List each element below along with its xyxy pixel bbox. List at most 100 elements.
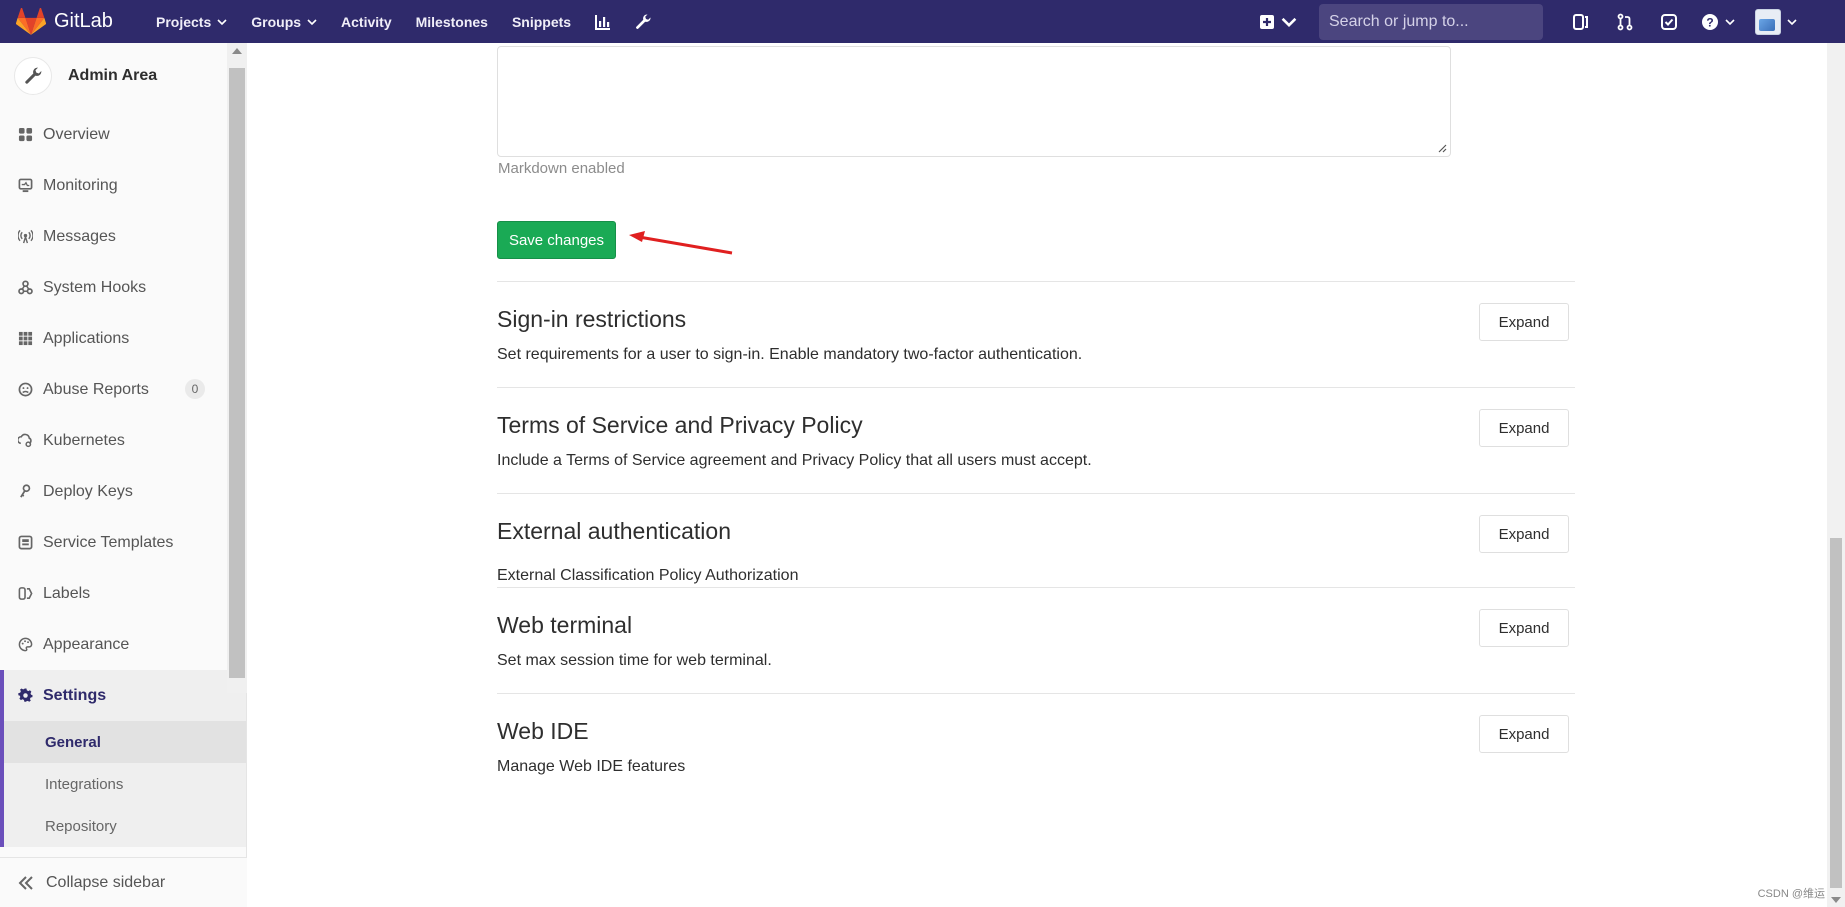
sidebar-subitem-integrations[interactable]: Integrations <box>4 763 246 805</box>
save-changes-button[interactable]: Save changes <box>497 221 616 259</box>
sidebar-item-label: Abuse Reports <box>43 380 149 398</box>
settings-submenu: General Integrations Repository <box>0 721 246 847</box>
todos-link[interactable] <box>1647 0 1691 43</box>
nav-projects[interactable]: Projects <box>144 0 239 43</box>
issues-icon <box>1573 13 1588 30</box>
sidebar-item-applications[interactable]: Applications <box>0 313 246 364</box>
sidebar-item-settings[interactable]: Settings <box>0 670 246 721</box>
sidebar-item-system-hooks[interactable]: System Hooks <box>0 262 246 313</box>
merge-request-icon <box>1617 13 1633 30</box>
sidebar-item-labels[interactable]: Labels <box>0 568 246 619</box>
chevron-down-icon <box>307 18 317 25</box>
merge-requests-link[interactable] <box>1603 0 1647 43</box>
applications-icon <box>18 331 33 346</box>
scroll-up-arrow-icon[interactable] <box>232 48 242 54</box>
sidebar-item-kubernetes[interactable]: Kubernetes <box>0 415 246 466</box>
broadcast-icon <box>18 229 33 244</box>
avatar <box>1755 8 1781 35</box>
sidebar-item-monitoring[interactable]: Monitoring <box>0 160 246 211</box>
chevron-down-icon <box>1787 18 1797 25</box>
sidebar-nav: Overview Monitoring Messages System Hook… <box>0 109 246 721</box>
kubernetes-icon <box>18 433 32 448</box>
sidebar-item-label: Labels <box>43 584 91 602</box>
sidebar-item-label: Overview <box>43 125 110 143</box>
sidebar-item-label: Applications <box>43 329 130 347</box>
double-chevron-left-icon <box>18 875 33 890</box>
page-scrollbar-thumb[interactable] <box>1830 538 1842 888</box>
scroll-down-arrow-icon[interactable] <box>1831 897 1841 903</box>
gitlab-logo-icon <box>16 7 46 35</box>
chevron-down-icon <box>1281 17 1297 27</box>
sidebar-subitem-general[interactable]: General <box>4 721 246 763</box>
admin-avatar <box>14 57 52 95</box>
sidebar-item-label: Monitoring <box>43 176 118 194</box>
search-input[interactable] <box>1329 12 1536 31</box>
sidebar-item-label: Appearance <box>43 635 130 653</box>
top-navbar: GitLab Projects Groups Activity Mileston… <box>0 0 1845 43</box>
todo-icon <box>1661 13 1677 30</box>
gitlab-home-link[interactable]: GitLab <box>0 0 138 43</box>
section-external-authentication: External authentication External Classif… <box>497 493 1575 587</box>
annotation-arrow-icon <box>629 231 733 255</box>
expand-button[interactable]: Expand <box>1479 715 1569 753</box>
sidebar-item-messages[interactable]: Messages <box>0 211 246 262</box>
help-icon: ? <box>1702 13 1718 30</box>
markdown-hint: Markdown enabled <box>498 160 625 177</box>
overview-icon <box>18 127 33 142</box>
sidebar-scrollbar[interactable] <box>227 43 247 693</box>
sidebar-header[interactable]: Admin Area <box>0 43 246 109</box>
message-textarea-wrap <box>497 46 1451 157</box>
help-dropdown[interactable]: ? <box>1691 0 1745 43</box>
user-menu[interactable] <box>1745 0 1815 43</box>
section-web-ide: Web IDE Manage Web IDE features Expand <box>497 693 1575 799</box>
abuse-icon <box>18 382 33 397</box>
watermark: CSDN @维运 <box>1757 888 1825 900</box>
wrench-icon <box>25 67 42 84</box>
sidebar-item-overview[interactable]: Overview <box>0 109 246 160</box>
nav-milestones[interactable]: Milestones <box>404 0 500 43</box>
main-content: Markdown enabled Save changes Sign-in re… <box>247 43 1823 907</box>
expand-button[interactable]: Expand <box>1479 409 1569 447</box>
resize-grip-icon[interactable] <box>1437 143 1447 153</box>
section-description: External Classification Policy Authoriza… <box>497 567 799 584</box>
gear-icon <box>18 688 33 702</box>
section-description: Set requirements for a user to sign-in. … <box>497 346 1083 363</box>
sidebar-item-deploy-keys[interactable]: Deploy Keys <box>0 466 246 517</box>
message-textarea[interactable] <box>498 47 1450 156</box>
sidebar-item-label: System Hooks <box>43 278 147 296</box>
search-box[interactable] <box>1319 3 1543 40</box>
nav-snippets[interactable]: Snippets <box>500 0 583 43</box>
sidebar-item-label: Messages <box>43 227 116 245</box>
section-title: External authentication <box>497 518 731 544</box>
sidebar-item-service-templates[interactable]: Service Templates <box>0 517 246 568</box>
chevron-down-icon <box>1725 18 1735 25</box>
sidebar-item-label: Kubernetes <box>43 431 125 449</box>
abuse-reports-count-badge: 0 <box>185 379 205 399</box>
nav-projects-label: Projects <box>156 13 212 30</box>
sidebar-subitem-repository[interactable]: Repository <box>4 805 246 847</box>
nav-admin-area[interactable] <box>623 0 663 43</box>
collapse-sidebar-button[interactable]: Collapse sidebar <box>0 857 247 907</box>
sidebar-item-abuse-reports[interactable]: Abuse Reports 0 <box>0 364 246 415</box>
nav-activity[interactable]: Activity <box>329 0 404 43</box>
section-title: Web terminal <box>497 612 633 638</box>
issues-link[interactable] <box>1559 0 1603 43</box>
page-scrollbar[interactable] <box>1827 43 1845 907</box>
new-dropdown[interactable] <box>1245 0 1311 43</box>
nav-right: ? <box>1245 0 1845 43</box>
expand-button[interactable]: Expand <box>1479 515 1569 553</box>
nav-analytics[interactable] <box>583 0 623 43</box>
expand-button[interactable]: Expand <box>1479 609 1569 647</box>
expand-button[interactable]: Expand <box>1479 303 1569 341</box>
section-terms-of-service: Terms of Service and Privacy Policy Incl… <box>497 387 1575 493</box>
sidebar-item-appearance[interactable]: Appearance <box>0 619 246 670</box>
section-web-terminal: Web terminal Set max session time for we… <box>497 587 1575 693</box>
sidebar-scrollbar-thumb[interactable] <box>229 68 245 678</box>
section-description: Manage Web IDE features <box>497 758 686 775</box>
nav-groups[interactable]: Groups <box>239 0 329 43</box>
section-description: Include a Terms of Service agreement and… <box>497 452 1092 469</box>
section-title: Terms of Service and Privacy Policy <box>497 412 863 438</box>
sidebar: Admin Area Overview Monitoring Messages … <box>0 43 247 907</box>
palette-icon <box>18 637 33 652</box>
template-icon <box>18 535 33 550</box>
